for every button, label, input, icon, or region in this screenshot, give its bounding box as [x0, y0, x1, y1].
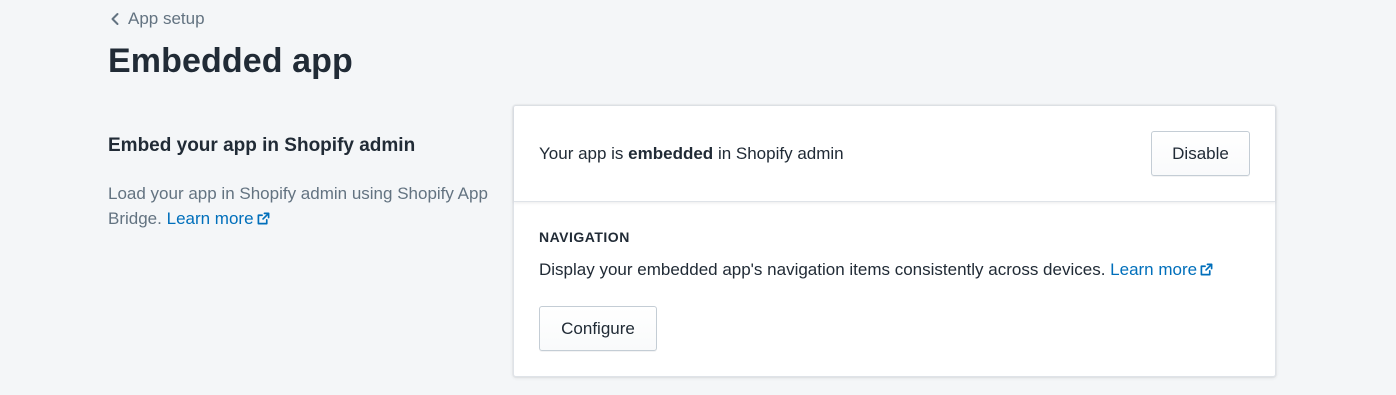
learn-more-label: Learn more [166, 209, 254, 228]
navigation-section: NAVIGATION Display your embedded app's n… [514, 203, 1275, 377]
navigation-learn-more-link[interactable]: Learn more [1110, 260, 1213, 279]
disable-button[interactable]: Disable [1151, 131, 1250, 176]
navigation-description: Display your embedded app's navigation i… [539, 260, 1213, 280]
external-link-icon [257, 212, 269, 225]
embed-status-section: Your app is embedded in Shopify admin Di… [514, 106, 1275, 202]
navigation-learn-more-label: Learn more [1110, 260, 1198, 279]
learn-more-link[interactable]: Learn more [167, 209, 270, 228]
status-state: embedded [628, 144, 714, 163]
breadcrumb-back-link[interactable]: App setup [108, 9, 205, 29]
external-link-icon [1200, 263, 1213, 276]
embed-settings-card: Your app is embedded in Shopify admin Di… [513, 105, 1276, 377]
page-title: Embedded app [108, 42, 353, 80]
status-prefix: Your app is [539, 144, 624, 163]
status-suffix: in Shopify admin [717, 144, 844, 163]
section-description: Load your app in Shopify admin using Sho… [108, 181, 488, 231]
breadcrumb-label: App setup [128, 9, 205, 28]
section-description-text: Load your app in Shopify admin using Sho… [108, 184, 488, 228]
section-annotation: Embed your app in Shopify admin Load you… [108, 135, 488, 231]
navigation-description-text: Display your embedded app's navigation i… [539, 260, 1106, 279]
embed-status-text: Your app is embedded in Shopify admin [539, 144, 844, 164]
chevron-left-icon [111, 13, 119, 25]
configure-button[interactable]: Configure [539, 306, 657, 351]
section-heading: Embed your app in Shopify admin [108, 135, 416, 156]
navigation-heading: NAVIGATION [539, 229, 630, 245]
page: App setup Embedded app Embed your app in… [0, 0, 1396, 395]
